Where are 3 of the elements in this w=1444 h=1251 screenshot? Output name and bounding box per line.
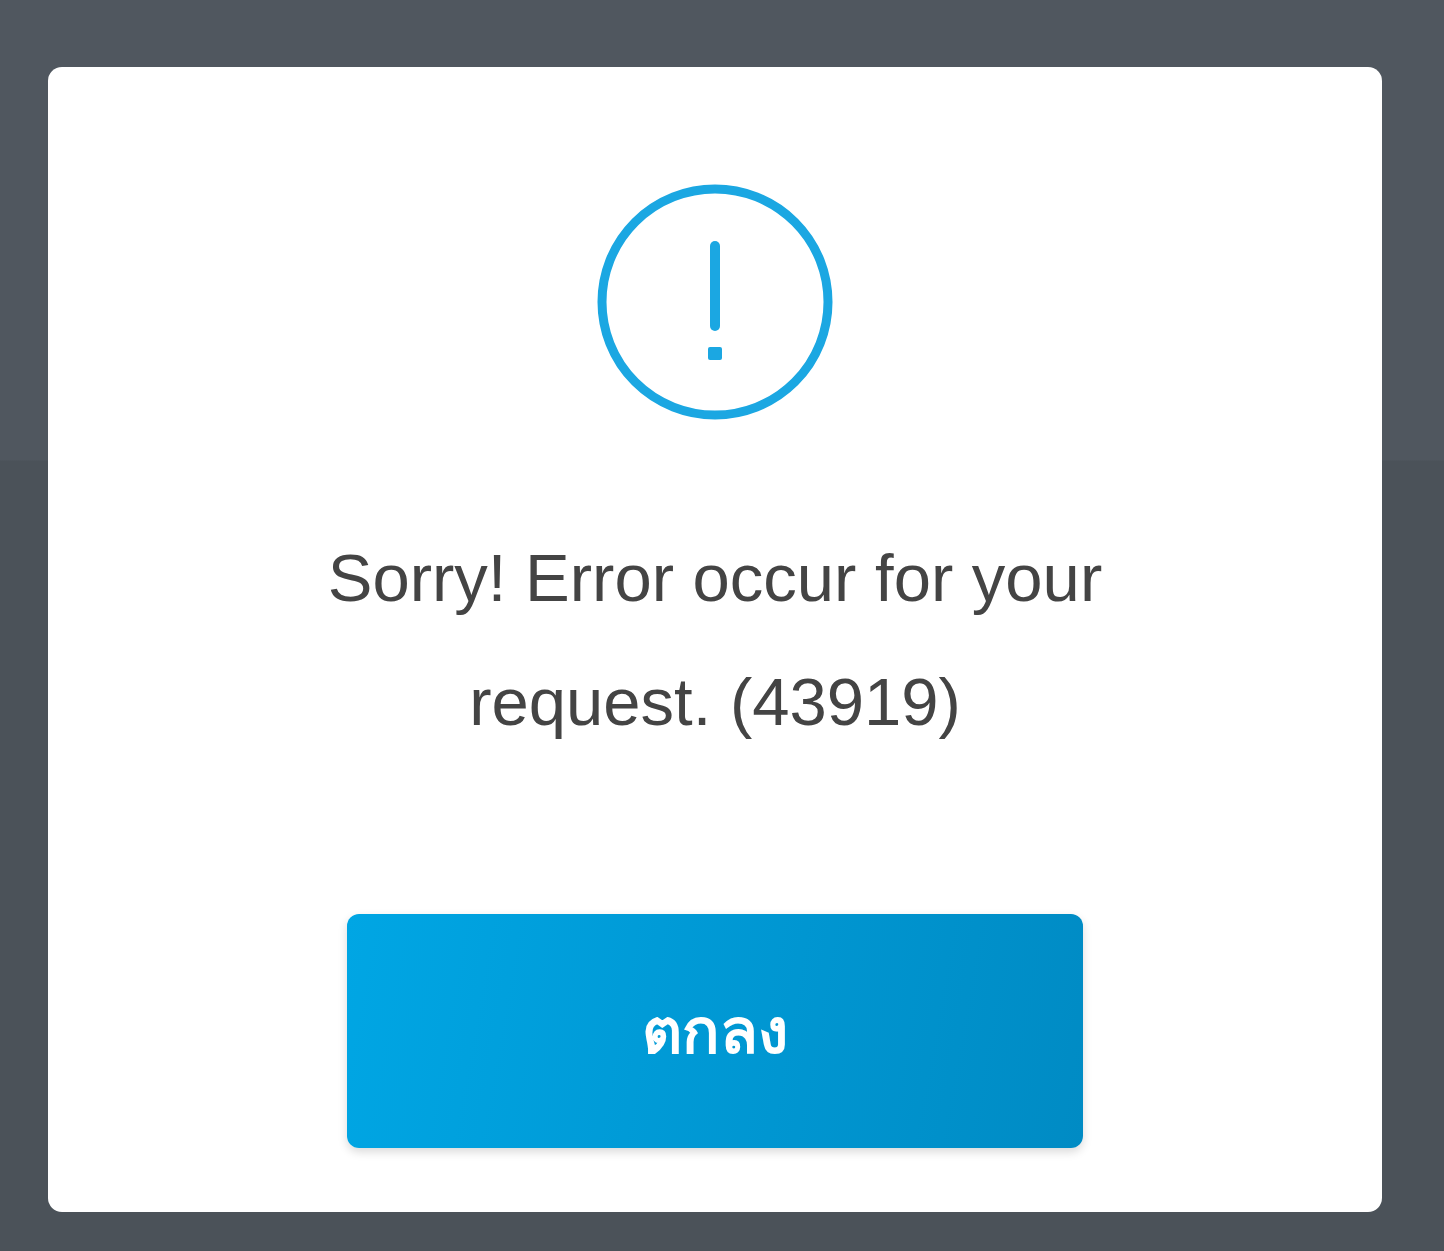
error-message: Sorry! Error occur for your request. (43919) [326, 539, 1104, 741]
exclamation-circle-icon [597, 184, 833, 420]
ok-button[interactable]: ตกลง [347, 914, 1083, 1148]
